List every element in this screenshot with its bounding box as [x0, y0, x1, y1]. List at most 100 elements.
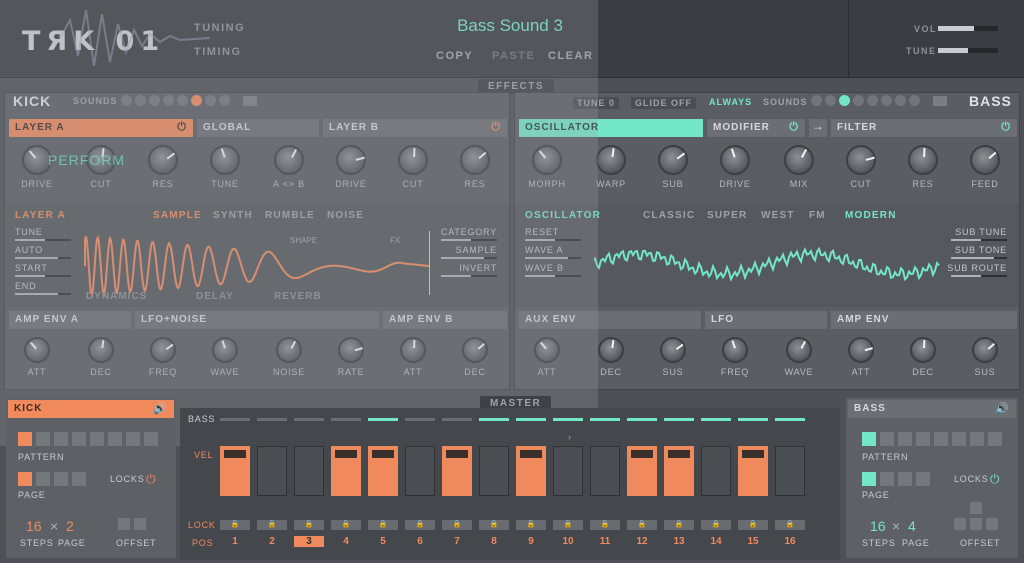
param-sub-tone[interactable]: SUB TONE — [955, 245, 1007, 255]
knob-dial[interactable] — [210, 145, 240, 175]
pattern-slot[interactable] — [934, 432, 948, 446]
knob-dial[interactable] — [658, 145, 688, 175]
lock-icon[interactable]: 🔒 — [294, 520, 324, 530]
velocity-step[interactable] — [405, 446, 435, 496]
lock-icon[interactable]: 🔒 — [590, 520, 620, 530]
mode-fm[interactable]: FM — [809, 210, 826, 221]
sound-dot[interactable] — [135, 95, 146, 106]
param-slider[interactable] — [525, 275, 581, 277]
param-slider[interactable] — [441, 239, 497, 241]
knob-sus[interactable]: SUS — [657, 337, 689, 377]
param-slider[interactable] — [441, 257, 497, 259]
page-2-button[interactable] — [36, 472, 50, 486]
pattern-slot[interactable] — [988, 432, 1002, 446]
param-end[interactable]: END — [15, 281, 36, 291]
knob-dial[interactable] — [398, 145, 428, 175]
sound-name-display[interactable]: Bass Sound 3 — [400, 16, 620, 36]
knob-dial[interactable] — [970, 145, 1000, 175]
knob-dial[interactable] — [22, 145, 52, 175]
sound-dot[interactable] — [867, 95, 878, 106]
knob-dial[interactable] — [720, 145, 750, 175]
knob-dial[interactable] — [400, 337, 426, 363]
pattern-slot[interactable] — [18, 432, 32, 446]
knob-freq[interactable]: FREQ — [719, 337, 751, 377]
offset-left-button[interactable] — [954, 518, 966, 530]
power-icon[interactable]: ⏻ — [177, 121, 187, 134]
tune-slider[interactable] — [938, 48, 998, 53]
sound-dot[interactable] — [881, 95, 892, 106]
knob-dial[interactable] — [88, 337, 114, 363]
param-sub-route[interactable]: SUB ROUTE — [947, 263, 1007, 273]
filter-header[interactable]: FILTER ⏻ — [831, 119, 1017, 137]
knob-res[interactable]: RES — [147, 145, 179, 189]
lock-icon[interactable]: 🔒 — [368, 520, 398, 530]
bass-step[interactable] — [479, 418, 509, 421]
knob-dial[interactable] — [598, 337, 624, 363]
layer-b-header[interactable]: LAYER B ⏻ — [323, 119, 507, 137]
mode-noise[interactable]: NOISE — [327, 210, 364, 221]
lock-icon[interactable]: 🔒 — [405, 520, 435, 530]
bass-step[interactable] — [405, 418, 435, 421]
offset-right-button[interactable] — [986, 518, 998, 530]
bass-step[interactable] — [516, 418, 546, 421]
knob-dec[interactable]: DEC — [459, 337, 491, 377]
knob-dial[interactable] — [722, 337, 748, 363]
knob-dial[interactable] — [532, 145, 562, 175]
kick-steps-value[interactable]: 16 — [26, 518, 42, 534]
bass-tune-box[interactable]: TUNE 0 — [573, 97, 620, 109]
pattern-slot[interactable] — [880, 432, 894, 446]
mode-synth[interactable]: SYNTH — [213, 210, 253, 221]
bass-sound-selector[interactable] — [811, 95, 920, 106]
sound-dot[interactable] — [219, 95, 230, 106]
knob-res[interactable]: RES — [907, 145, 939, 189]
mode-classic[interactable]: CLASSIC — [643, 210, 695, 221]
sound-dot-active[interactable] — [191, 95, 202, 106]
power-icon[interactable]: ⏻ — [1001, 121, 1011, 134]
knob-drive[interactable]: DRIVE — [335, 145, 367, 189]
knob-dial[interactable] — [846, 145, 876, 175]
bass-steps-value[interactable]: 16 — [870, 518, 886, 534]
knob-a-b[interactable]: A <> B — [273, 145, 305, 189]
knob-dial[interactable] — [534, 337, 560, 363]
knob-dial[interactable] — [24, 337, 50, 363]
knob-morph[interactable]: MORPH — [528, 145, 565, 189]
copy-button[interactable]: COPY — [436, 50, 473, 62]
velocity-step[interactable] — [257, 446, 287, 496]
pattern-slot[interactable] — [36, 432, 50, 446]
lock-icon[interactable]: 🔒 — [257, 520, 287, 530]
chevron-right-icon[interactable]: › — [568, 432, 572, 442]
pattern-slot[interactable] — [90, 432, 104, 446]
lfo-header[interactable]: LFO — [705, 311, 827, 329]
lock-icon[interactable]: 🔒 — [701, 520, 731, 530]
knob-dial[interactable] — [336, 145, 366, 175]
velocity-step[interactable] — [442, 446, 472, 496]
bass-step[interactable] — [294, 418, 324, 421]
mode-super[interactable]: SUPER — [707, 210, 747, 221]
lfo-noise-header[interactable]: LFO+NOISE — [135, 311, 379, 329]
pattern-slot[interactable] — [898, 432, 912, 446]
lock-icon[interactable]: 🔒 — [664, 520, 694, 530]
mode-west[interactable]: WEST — [761, 210, 795, 221]
pattern-slot[interactable] — [862, 432, 876, 446]
bass-step[interactable] — [442, 418, 472, 421]
knob-dial[interactable] — [276, 337, 302, 363]
bass-seq-header[interactable]: BASS 🔊 — [848, 400, 1016, 418]
oscillator-header[interactable]: OSCILLATOR — [519, 119, 703, 137]
lock-icon[interactable]: 🔒 — [553, 520, 583, 530]
param-sample[interactable]: SAMPLE — [456, 245, 497, 255]
kick-seq-header[interactable]: KICK 🔊 — [8, 400, 174, 418]
param-slider[interactable] — [15, 293, 71, 295]
locks-power-icon[interactable]: ⏻ — [990, 472, 1000, 487]
bass-step[interactable] — [627, 418, 657, 421]
knob-att[interactable]: ATT — [531, 337, 563, 377]
velocity-step[interactable] — [590, 446, 620, 496]
param-slider[interactable] — [951, 275, 1007, 277]
bass-step[interactable] — [220, 418, 250, 421]
paste-button[interactable]: PASTE — [492, 50, 535, 62]
knob-wave[interactable]: WAVE — [783, 337, 815, 377]
glide-always-toggle[interactable]: ALWAYS — [709, 97, 752, 107]
kick-sample-waveform[interactable] — [83, 233, 433, 299]
velocity-step[interactable] — [701, 446, 731, 496]
knob-att[interactable]: ATT — [21, 337, 53, 377]
lock-icon[interactable]: 🔒 — [479, 520, 509, 530]
